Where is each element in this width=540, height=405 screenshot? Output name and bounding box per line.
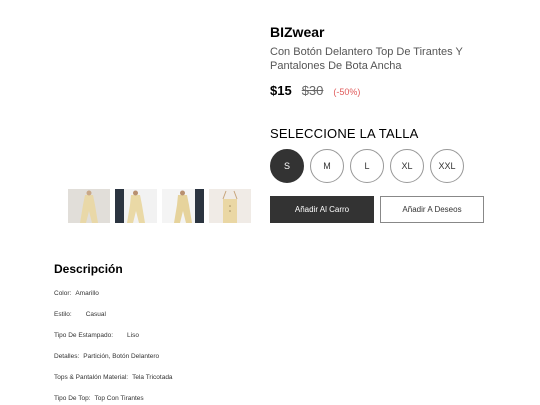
current-price: $15 — [270, 83, 292, 98]
size-option-xxl[interactable]: XXL — [430, 149, 464, 183]
description-row: Color: Amarillo — [54, 290, 173, 311]
description-value: Top Con Tirantes — [94, 395, 144, 402]
description-row: Tipo De Estampado: Liso — [54, 332, 173, 353]
price-row: $15 $30 (-50%) — [270, 83, 360, 98]
size-option-s[interactable]: S — [270, 149, 304, 183]
description-value: Partición, Botón Delantero — [83, 353, 160, 360]
thumbnail-2[interactable] — [115, 189, 157, 223]
thumbnail-3[interactable] — [162, 189, 204, 223]
main-product-image — [54, 20, 252, 180]
description-key: Color: — [54, 290, 72, 297]
description-heading: Descripción — [54, 262, 123, 276]
size-option-m[interactable]: M — [310, 149, 344, 183]
size-option-xl[interactable]: XL — [390, 149, 424, 183]
product-title: Con Botón Delantero Top De Tirantes Y Pa… — [270, 46, 463, 72]
brand-name: BIZwear — [270, 24, 325, 40]
description-row: Tipo De Top: Top Con Tirantes — [54, 395, 173, 405]
description-value: Casual — [85, 311, 106, 318]
size-selector: S M L XL XXL — [270, 149, 464, 183]
thumbnail-4[interactable] — [209, 189, 251, 223]
description-row: Estilo: Casual — [54, 311, 173, 332]
description-key: Tipo De Estampado: — [54, 332, 114, 339]
description-list: Color: Amarillo Estilo: Casual Tipo De E… — [54, 290, 173, 405]
discount-badge: (-50%) — [333, 87, 361, 97]
description-key: Detalles: — [54, 353, 80, 360]
description-key: Tops & Pantalón Material: — [54, 374, 129, 381]
original-price: $30 — [301, 83, 324, 98]
description-value: Amarillo — [75, 290, 99, 297]
thumbnail-1[interactable] — [68, 189, 110, 223]
description-row: Tops & Pantalón Material: Tela Tricotada — [54, 374, 173, 395]
thumbnail-strip — [68, 189, 251, 223]
description-row: Detalles: Partición, Botón Delantero — [54, 353, 173, 374]
description-key: Estilo: — [54, 311, 72, 318]
description-key: Tipo De Top: — [54, 395, 91, 402]
size-option-l[interactable]: L — [350, 149, 384, 183]
add-to-cart-button[interactable]: Añadir Al Carro — [270, 196, 374, 223]
size-heading: SELECCIONE LA TALLA — [270, 126, 419, 141]
description-value: Tela Tricotada — [132, 374, 173, 381]
description-value: Liso — [127, 332, 139, 339]
add-to-wishlist-button[interactable]: Añadir A Deseos — [380, 196, 484, 223]
